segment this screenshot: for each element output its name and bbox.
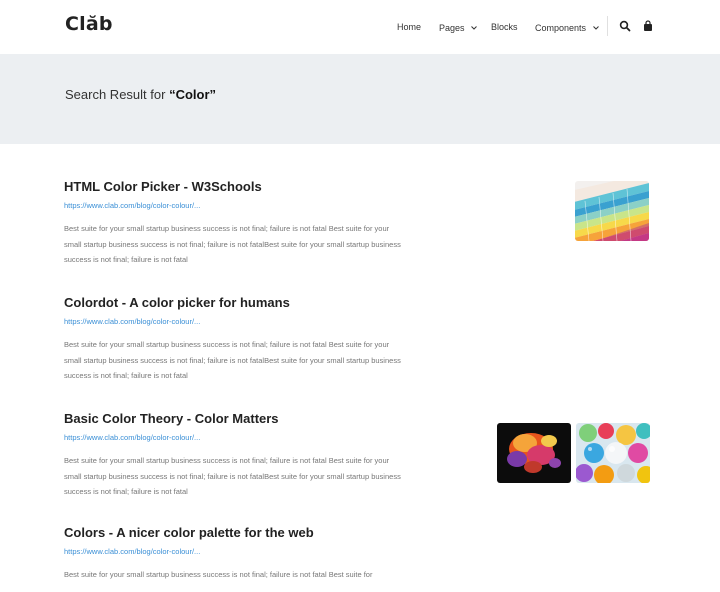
nav-item-blocks[interactable]: Blocks [491,21,518,33]
color-smoke-image[interactable] [497,423,571,483]
result-description: Best suite for your small startup busine… [64,340,401,380]
result-title[interactable]: HTML Color Picker - W3Schools [64,179,664,195]
color-swatch-fan-image[interactable] [575,181,649,241]
result-url[interactable]: https://www.clab.com/blog/color-colour/.… [64,201,664,211]
result-description: Best suite for your small startup busine… [64,456,401,496]
result-title[interactable]: Basic Color Theory - Color Matters [64,411,664,427]
result-description: Best suite for your small startup busine… [64,224,401,264]
nav-divider [607,16,608,36]
result-url[interactable]: https://www.clab.com/blog/color-colour/.… [64,547,664,557]
search-term: “Color” [169,87,217,102]
balloons-image[interactable] [576,423,650,483]
site-header: Clăb Home Pages Blocks Components [0,0,720,54]
search-banner: Search Result for “Color” [0,54,720,144]
nav-item-label: Components [535,23,587,33]
result-title[interactable]: Colors - A nicer color palette for the w… [64,525,664,541]
result-url[interactable]: https://www.clab.com/blog/color-colour/.… [64,433,664,443]
nav-item-label: Pages [439,23,465,33]
nav-item-components[interactable]: Components [535,21,599,34]
nav-item-home[interactable]: Home [397,21,421,33]
nav-item-label: Home [397,22,422,32]
result-description: Best suite for your small startup busine… [64,570,373,579]
logo[interactable]: Clăb [65,13,113,35]
page-title: Search Result for “Color” [65,87,216,102]
chevron-down-icon [471,21,477,33]
search-result: Colors - A nicer color palette for the w… [64,525,664,583]
search-result: HTML Color Picker - W3Schools https://ww… [64,179,664,268]
search-result-prefix: Search Result for [65,87,166,102]
chevron-down-icon [592,21,599,33]
nav-item-label: Blocks [491,22,518,32]
result-title[interactable]: Colordot - A color picker for humans [64,295,664,311]
search-result: Colordot - A color picker for humans htt… [64,295,664,384]
nav-item-pages[interactable]: Pages [439,21,477,34]
result-url[interactable]: https://www.clab.com/blog/color-colour/.… [64,317,664,327]
shopping-bag-icon[interactable] [642,19,656,33]
search-icon[interactable] [619,19,633,33]
search-result: Basic Color Theory - Color Matters https… [64,411,664,500]
